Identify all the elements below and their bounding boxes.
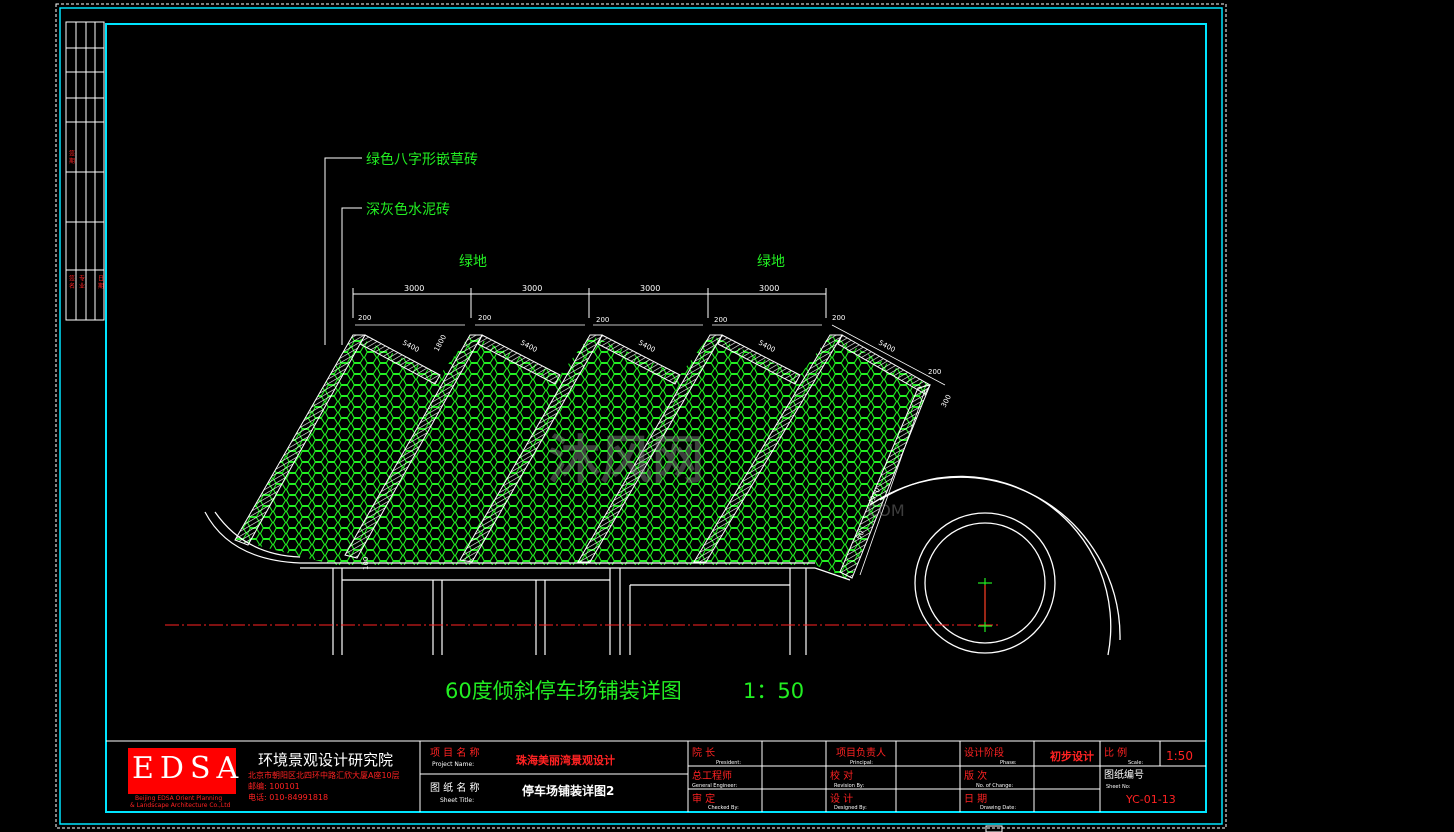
- dim-small-3: 200: [596, 316, 609, 324]
- president-label: 院 长: [692, 746, 715, 759]
- org-en2: & Landscape Architecture Co.,Ltd: [130, 802, 231, 809]
- sheet-no-label-en: Sheet No:: [1106, 784, 1131, 790]
- principal-label: 项目负责人: [836, 746, 886, 759]
- drawing-title: 60度倾斜停车场铺装详图: [445, 679, 682, 703]
- sheet-no-label: 图纸编号: [1104, 768, 1144, 781]
- project-name: 珠海美丽湾景观设计: [516, 753, 615, 767]
- leader-lines: [324, 157, 362, 345]
- checked-en: Checked By:: [708, 805, 739, 811]
- revision-label: 校 对: [830, 769, 853, 782]
- phase-label: 设计阶段: [964, 746, 1004, 759]
- phase-label-en: Phase:: [1000, 760, 1017, 766]
- org-postcode: 邮编: 100101: [248, 781, 300, 791]
- dim-small-6: 200: [928, 368, 941, 376]
- dim-top-2: 3000: [522, 284, 542, 293]
- revision-en: Revision By:: [834, 783, 865, 789]
- revision-label-2: 签 名: [68, 274, 75, 290]
- phase-value: 初步设计: [1050, 749, 1094, 763]
- dim-small-4: 200: [714, 316, 727, 324]
- revision-label-1: 签 期: [68, 149, 75, 165]
- dim-side-2: 300: [940, 393, 953, 409]
- dim-small-2: 200: [478, 314, 491, 322]
- label-green-2: 绿地: [757, 254, 785, 270]
- dim-top-3: 3000: [640, 284, 660, 293]
- label-green-1: 绿地: [459, 254, 487, 270]
- dim-top-4: 3000: [759, 284, 779, 293]
- sheet-label: 图 纸 名 称: [430, 781, 480, 794]
- chief-engineer-label: 总工程师: [692, 769, 732, 782]
- logo-text: EDSA: [132, 751, 244, 786]
- bottom-marker: [985, 825, 1003, 832]
- watermark-url: .COM: [862, 501, 905, 520]
- cad-drawing: 签 期 签 名 专 业 日 期 绿色八字形嵌草砖 深灰色水泥砖 绿地 绿地 30…: [55, 3, 1227, 832]
- dim-diag-5: 5400: [877, 339, 896, 354]
- designed-label: 设 计: [830, 792, 853, 805]
- dim-small-5: 200: [832, 314, 845, 322]
- dim-diag-1: 5400: [401, 339, 420, 354]
- checked-label: 审 定: [692, 792, 715, 805]
- dim-diag-2: 5400: [519, 339, 538, 354]
- date-label-en: Drawing Date:: [980, 805, 1016, 811]
- sheet-title: 停车场铺装详图2: [522, 783, 614, 798]
- project-label: 项 目 名 称: [430, 746, 480, 759]
- date-label: 日 期: [964, 793, 987, 805]
- chief-engineer-en: General Engineer:: [692, 783, 737, 789]
- watermark: 沐风网: [548, 431, 704, 491]
- president-en: President:: [716, 760, 741, 766]
- label-cement-brick: 深灰色水泥砖: [366, 201, 450, 218]
- dim-top-1: 3000: [404, 284, 424, 293]
- org-addr: 北京市朝阳区北四环中路汇欣大厦A座10层: [248, 770, 400, 780]
- scale-value: 1:50: [1166, 749, 1193, 763]
- org-name: 环境景观设计研究院: [258, 751, 393, 769]
- drawing-scale: 1：50: [743, 679, 804, 703]
- principal-en: Principal:: [850, 760, 873, 766]
- org-phone: 电话: 010-84991818: [248, 792, 328, 802]
- dim-small-1: 200: [358, 314, 371, 322]
- change-label: 版 次: [964, 769, 987, 782]
- revision-label-4: 日 期: [97, 275, 104, 290]
- revision-label-3: 专 业: [78, 274, 85, 289]
- label-grass-brick: 绿色八字形嵌草砖: [366, 151, 478, 168]
- dim-diag-4: 5400: [757, 339, 776, 354]
- sheet-no: YC-01-13: [1125, 793, 1176, 806]
- dim-side-1: 1800: [433, 333, 448, 352]
- project-label-en: Project Name:: [432, 761, 474, 768]
- dim-diag-3: 5400: [637, 339, 656, 354]
- roundabout: [869, 475, 1121, 656]
- sheet-label-en: Sheet Title:: [440, 797, 474, 804]
- scale-label-en: Scale:: [1128, 760, 1143, 766]
- designed-en: Designed By:: [834, 805, 867, 811]
- scale-label: 比 例: [1104, 746, 1127, 759]
- change-label-en: No. of Change:: [976, 783, 1013, 789]
- org-en1: Beijing EDSA Orient Planning: [135, 795, 222, 802]
